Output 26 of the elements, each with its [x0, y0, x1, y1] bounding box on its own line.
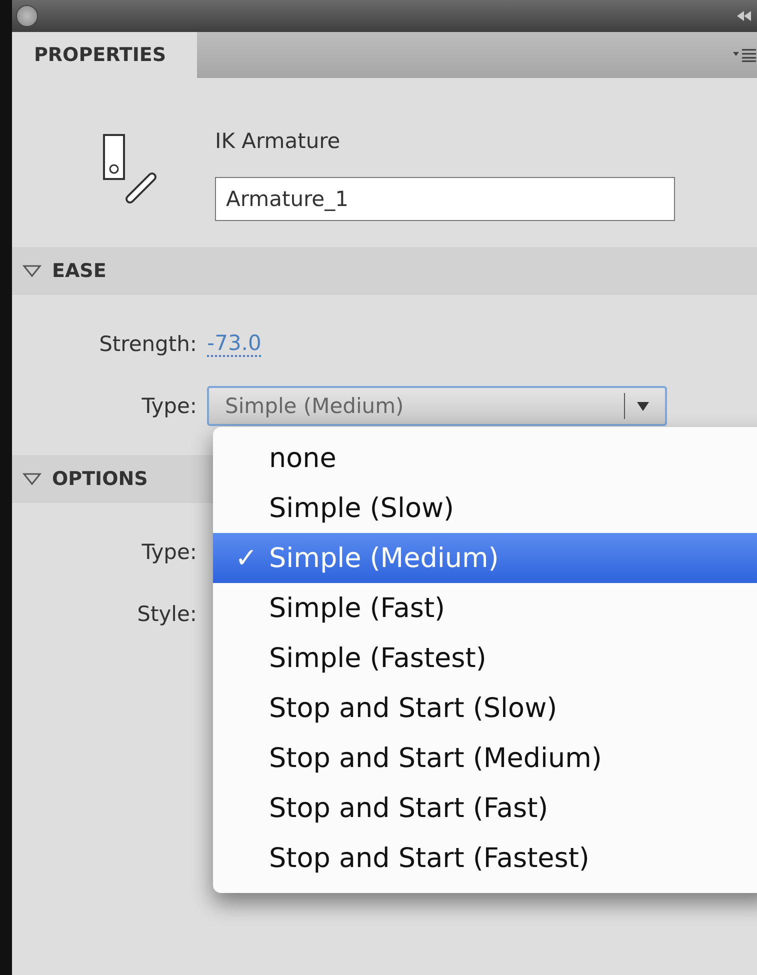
field-label: Type:	[140, 540, 198, 564]
field-label: Strength:	[98, 332, 198, 356]
menu-item[interactable]: Stop and Start (Medium)	[213, 733, 757, 783]
menu-item[interactable]: ✓ Simple (Medium)	[213, 533, 757, 583]
field-label: Style:	[136, 602, 198, 626]
menu-item[interactable]: Stop and Start (Slow)	[213, 683, 757, 733]
section-title: EASE	[52, 260, 106, 282]
panel-menu-icon[interactable]	[733, 48, 757, 62]
type-dropdown[interactable]: Simple (Medium)	[207, 386, 667, 426]
section-title: OPTIONS	[52, 468, 148, 490]
collapse-icon[interactable]	[737, 11, 751, 21]
instance-name-field[interactable]: Armature_1	[215, 177, 675, 221]
object-type-label: IK Armature	[215, 129, 342, 153]
menu-item[interactable]: Simple (Slow)	[213, 483, 757, 533]
menu-item[interactable]: Stop and Start (Fastest)	[213, 833, 757, 883]
menu-item[interactable]: Stop and Start (Fast)	[213, 783, 757, 833]
disclosure-triangle-icon[interactable]	[22, 264, 42, 278]
disclosure-triangle-icon[interactable]	[22, 472, 42, 486]
menu-item[interactable]: Simple (Fast)	[213, 583, 757, 633]
field-label: Type:	[140, 394, 198, 418]
menu-item[interactable]: none	[213, 433, 757, 483]
section-header[interactable]: EASE	[12, 247, 757, 295]
close-icon[interactable]	[16, 5, 38, 27]
menu-item[interactable]: Simple (Fastest)	[213, 633, 757, 683]
dropdown-arrow-icon	[637, 402, 649, 410]
properties-tab[interactable]: PROPERTIES	[12, 32, 197, 78]
